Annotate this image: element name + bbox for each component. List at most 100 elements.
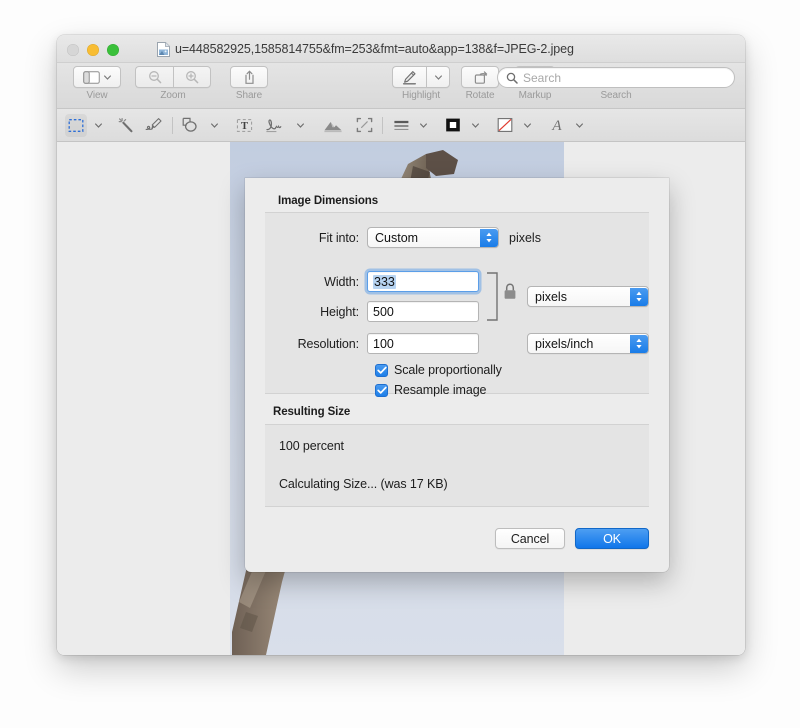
resolution-unit-value: pixels/inch (535, 336, 594, 351)
adjust-color-tool[interactable] (321, 114, 345, 137)
fill-color-tool[interactable] (494, 114, 516, 137)
signature-tool[interactable] (263, 114, 289, 137)
chevron-down-icon (94, 122, 102, 128)
fit-into-value: Custom (375, 230, 419, 245)
resolution-input[interactable]: 100 (367, 333, 479, 354)
resolution-unit-stepper-arrows (629, 334, 648, 353)
resample-image-row[interactable]: Resample image (375, 383, 487, 397)
dimension-unit-stepper-arrows (629, 287, 648, 306)
chevron-down-icon (575, 122, 583, 128)
highlighter-pen-icon (402, 70, 416, 84)
toolbar-group-search: Search (497, 88, 735, 101)
shape-style-options[interactable] (412, 114, 434, 137)
width-label: Width: (324, 274, 359, 289)
instant-alpha-tool[interactable] (115, 114, 137, 137)
rectangular-selection-options[interactable] (87, 114, 109, 137)
sketch-tool[interactable] (143, 114, 165, 137)
fit-into-row: Fit into: Custom pixels (265, 227, 649, 248)
markup-toolbar: T A (57, 109, 745, 142)
chevron-down-icon (296, 122, 304, 128)
checkmark-icon (376, 366, 387, 374)
toolbar-group-view: View (71, 66, 123, 101)
fit-into-suffix: pixels (509, 230, 541, 245)
text-style-options[interactable] (568, 114, 590, 137)
share-button[interactable] (230, 66, 268, 88)
border-color-options[interactable] (464, 114, 486, 137)
fit-into-label: Fit into: (318, 230, 359, 245)
share-label: Share (235, 90, 263, 101)
checkmark-icon (376, 386, 387, 394)
dialog-button-row: Cancel OK (495, 528, 649, 549)
text-style-icon: A (551, 118, 562, 133)
text-box-icon: T (236, 118, 252, 132)
border-color-icon (446, 118, 460, 132)
chevron-down-icon (434, 74, 442, 80)
view-label: View (86, 90, 108, 101)
search-input[interactable]: Search (497, 67, 735, 88)
cancel-button[interactable]: Cancel (495, 528, 565, 549)
shapes-icon (182, 117, 197, 132)
resolution-unit-select[interactable]: pixels/inch (527, 333, 649, 354)
toolbar-group-share: Share (223, 66, 275, 101)
chevron-down-icon (471, 122, 479, 128)
rotate-left-icon (474, 70, 487, 84)
highlight-label: Highlight (401, 90, 440, 101)
scale-proportionally-label: Scale proportionally (394, 363, 502, 377)
signature-icon (266, 118, 282, 132)
border-color-tool[interactable] (442, 114, 464, 137)
scale-proportionally-row[interactable]: Scale proportionally (375, 363, 502, 377)
window-title: u=448582925,1585814755&fm=253&fmt=auto&a… (175, 42, 574, 56)
search-icon (506, 72, 518, 84)
highlight-button[interactable] (392, 66, 426, 88)
shapes-tool[interactable] (180, 114, 203, 137)
fit-into-stepper-arrows (479, 228, 498, 247)
height-value: 500 (373, 304, 394, 319)
up-down-arrows-icon (485, 232, 492, 243)
height-label: Height: (320, 304, 359, 319)
zoom-in-icon (186, 71, 199, 84)
markup-separator-2 (382, 116, 383, 134)
width-input[interactable]: 333 (367, 271, 479, 292)
text-style-tool[interactable]: A (546, 114, 568, 137)
dimension-unit-select[interactable]: pixels (527, 286, 649, 307)
height-input[interactable]: 500 (367, 301, 479, 322)
fill-color-icon (497, 118, 513, 132)
preview-window: u=448582925,1585814755&fm=253&fmt=auto&a… (57, 35, 745, 655)
text-tool[interactable]: T (233, 114, 255, 137)
scale-proportionally-checkbox[interactable] (375, 363, 388, 377)
zoom-out-icon (148, 71, 161, 84)
width-value: 333 (373, 274, 396, 289)
rectangular-selection-icon (68, 118, 84, 132)
ok-button[interactable]: OK (575, 528, 649, 549)
image-dimensions-group-box: Fit into: Custom pixels Width: 333 Heigh… (265, 212, 649, 397)
sidebar-icon (83, 70, 100, 84)
zoom-out-button[interactable] (135, 66, 173, 88)
fit-into-select[interactable]: Custom (367, 227, 499, 248)
shape-style-tool[interactable] (390, 114, 412, 137)
signature-options[interactable] (289, 114, 311, 137)
zoom-in-button[interactable] (173, 66, 211, 88)
highlight-options-button[interactable] (426, 66, 450, 88)
window-titlebar: u=448582925,1585814755&fm=253&fmt=auto&a… (57, 35, 745, 63)
image-dimensions-section-title: Image Dimensions (278, 195, 379, 207)
rotate-button[interactable] (461, 66, 499, 88)
search-label: Search (600, 90, 632, 101)
locked-padlock-icon[interactable] (503, 283, 517, 300)
resample-image-checkbox[interactable] (375, 383, 388, 397)
shapes-options[interactable] (203, 114, 225, 137)
shape-style-icon (393, 120, 408, 130)
toolbar-group-zoom: Zoom (134, 66, 212, 101)
fill-color-options[interactable] (516, 114, 538, 137)
rectangular-selection-tool[interactable] (65, 113, 87, 137)
instant-alpha-magic-wand-icon (118, 117, 132, 132)
view-button[interactable] (73, 66, 121, 88)
crop-tool[interactable] (353, 114, 375, 137)
jpeg-document-icon (157, 41, 170, 57)
zoom-label: Zoom (160, 90, 186, 101)
resulting-size-status: Calculating Size... (was 17 KB) (279, 477, 448, 491)
resulting-size-section-title: Resulting Size (273, 406, 351, 418)
resolution-value: 100 (373, 336, 394, 351)
dimension-unit-value: pixels (535, 289, 567, 304)
crop-icon (356, 117, 372, 133)
dimension-link-bracket (487, 272, 498, 321)
